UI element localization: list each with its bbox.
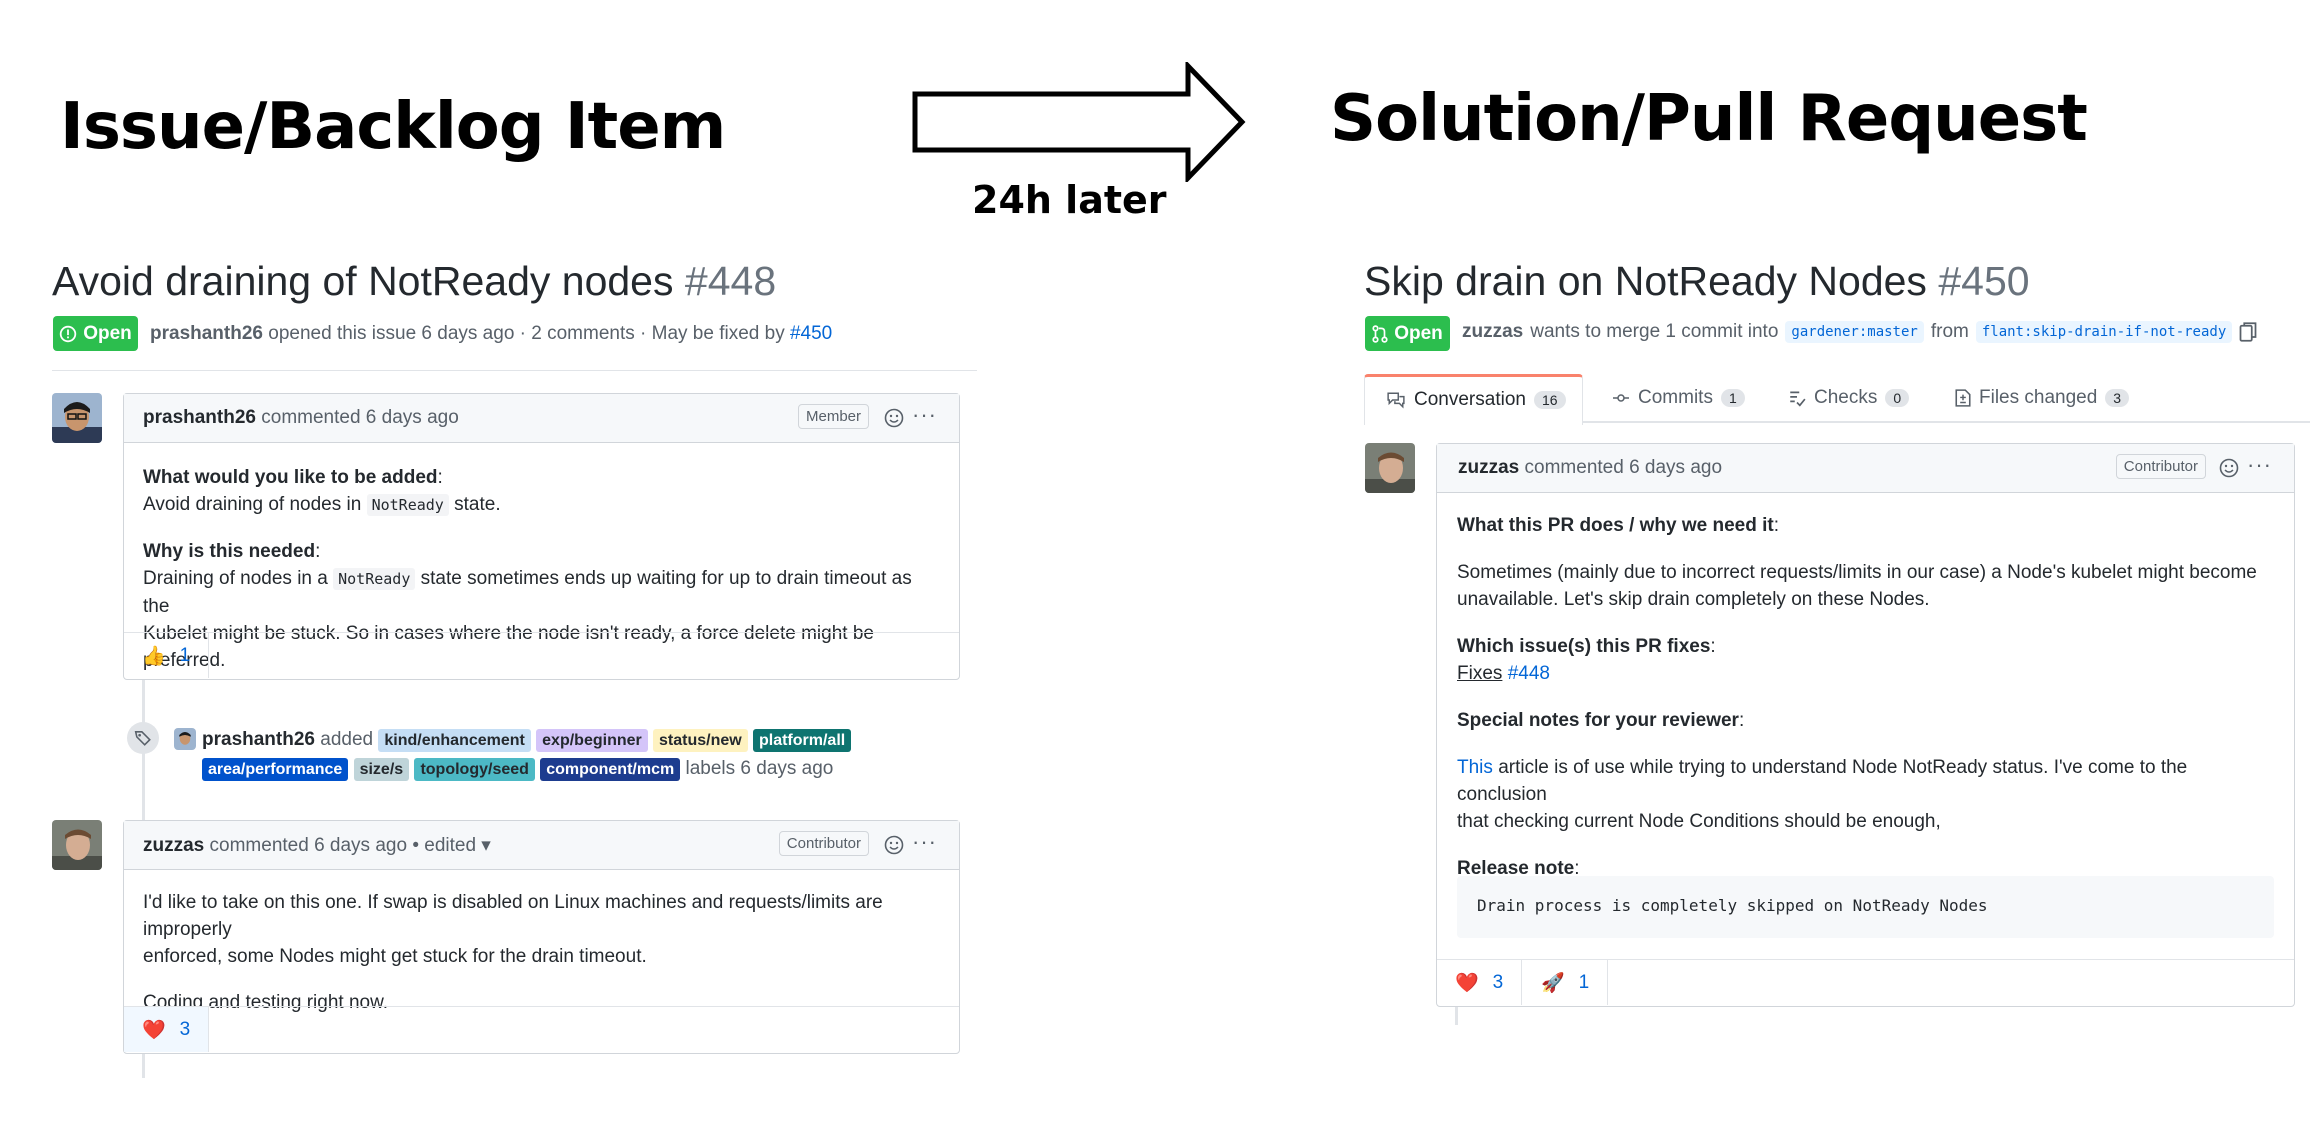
- comment-timestamp[interactable]: commented 6 days ago: [1525, 457, 1723, 478]
- pr-meta: zuzzas wants to merge 1 commit into gard…: [1462, 321, 2257, 343]
- heart-icon: ❤️: [142, 1019, 166, 1041]
- tab-conversation[interactable]: Conversation 16: [1364, 374, 1583, 425]
- comment-author-link[interactable]: prashanth26: [143, 407, 256, 428]
- right-heading: Solution/Pull Request: [1330, 82, 2088, 156]
- pr-status-badge: Open: [1365, 316, 1450, 351]
- comment-header: prashanth26 commented 6 days ago Member …: [124, 394, 959, 443]
- label-status-new[interactable]: status/new: [653, 729, 748, 752]
- reactions-bar: 👍 1: [124, 632, 959, 678]
- fixed-by-link[interactable]: #450: [790, 323, 832, 344]
- avatar[interactable]: [174, 728, 196, 750]
- more-options-icon[interactable]: ···: [912, 402, 937, 428]
- comment-header: zuzzas commented 6 days ago Contributor …: [1437, 444, 2294, 493]
- checklist-icon: [1790, 391, 1806, 407]
- edited-dropdown[interactable]: • edited ▾: [412, 835, 491, 856]
- tag-icon: [127, 722, 159, 754]
- thumbs-up-icon: 👍: [142, 645, 166, 667]
- pull-request-icon: [1372, 324, 1388, 343]
- label-topology-seed[interactable]: topology/seed: [414, 758, 535, 781]
- label-size-s[interactable]: size/s: [353, 758, 410, 781]
- more-options-icon[interactable]: ···: [2247, 452, 2272, 478]
- label-area-performance[interactable]: area/performance: [202, 758, 349, 781]
- avatar[interactable]: [52, 820, 102, 870]
- label-component-mcm[interactable]: component/mcm: [540, 758, 681, 781]
- release-note-code-block: Drain process is completely skipped on N…: [1457, 876, 2274, 938]
- comment-box: prashanth26 commented 6 days ago Member …: [123, 393, 960, 680]
- issue-status-badge: Open: [53, 316, 138, 351]
- issue-number: #448: [684, 258, 777, 304]
- pr-title: Skip drain on NotReady Nodes #450: [1364, 258, 2030, 304]
- comment-author-link[interactable]: zuzzas: [143, 835, 204, 856]
- issue-author-link[interactable]: prashanth26: [150, 323, 263, 344]
- reaction-rocket-button[interactable]: 🚀 1: [1523, 960, 1609, 1005]
- tab-commits[interactable]: Commits 1: [1612, 387, 1745, 409]
- file-diff-icon: [1955, 389, 1971, 407]
- avatar[interactable]: [1365, 443, 1415, 493]
- reactions-bar: ❤️ 3 🚀 1: [1437, 959, 2294, 1005]
- head-branch[interactable]: flant:skip-drain-if-not-ready: [1975, 321, 2233, 343]
- base-branch[interactable]: gardener:master: [1785, 321, 1924, 343]
- pr-author-link[interactable]: zuzzas: [1462, 321, 1523, 343]
- issue-title: Avoid draining of NotReady nodes #448: [52, 258, 777, 304]
- comment-author-link[interactable]: zuzzas: [1458, 457, 1519, 478]
- fixes-issue-link[interactable]: #448: [1508, 663, 1550, 684]
- add-reaction-icon[interactable]: [884, 835, 904, 855]
- comment-body: What this PR does / why we need it: Some…: [1457, 515, 2257, 879]
- reaction-heart-button[interactable]: ❤️ 3: [1437, 960, 1523, 1005]
- comment-box: zuzzas commented 6 days ago • edited ▾ C…: [123, 820, 960, 1054]
- comment-timestamp[interactable]: commented 6 days ago: [261, 407, 459, 428]
- label-kind-enhancement[interactable]: kind/enhancement: [378, 729, 531, 752]
- avatar[interactable]: [52, 393, 102, 443]
- tab-files-changed[interactable]: Files changed 3: [1955, 387, 2130, 409]
- add-reaction-icon[interactable]: [2219, 458, 2239, 478]
- add-reaction-icon[interactable]: [884, 408, 904, 428]
- issue-meta: prashanth26 opened this issue 6 days ago…: [150, 323, 833, 344]
- issue-open-icon: [60, 325, 77, 342]
- conversation-icon: [1387, 392, 1405, 409]
- tab-checks[interactable]: Checks 0: [1788, 387, 1910, 409]
- divider: [52, 370, 977, 371]
- author-role-badge: Member: [797, 404, 869, 429]
- comment-timestamp[interactable]: commented 6 days ago: [210, 835, 408, 856]
- label-exp-beginner[interactable]: exp/beginner: [536, 729, 648, 752]
- reaction-heart-button[interactable]: ❤️ 3: [124, 1007, 210, 1052]
- article-link[interactable]: This: [1457, 757, 1493, 778]
- copy-icon[interactable]: [2239, 322, 2257, 342]
- timeline-line: [1455, 1005, 1458, 1025]
- label-event: prashanth26 added kind/enhancement exp/b…: [202, 726, 882, 784]
- commit-icon: [1613, 394, 1629, 402]
- arrow-label: 24h later: [972, 178, 1167, 222]
- author-role-badge: Contributor: [778, 831, 869, 856]
- pr-description-box: zuzzas commented 6 days ago Contributor …: [1436, 443, 2295, 1007]
- left-heading: Issue/Backlog Item: [60, 90, 726, 164]
- pr-number: #450: [1938, 258, 2030, 304]
- event-actor-link[interactable]: prashanth26: [202, 729, 315, 750]
- right-arrow-icon: [912, 62, 1246, 182]
- heart-icon: ❤️: [1455, 972, 1479, 994]
- more-options-icon[interactable]: ···: [912, 829, 937, 855]
- reactions-bar: ❤️ 3: [124, 1006, 959, 1052]
- reaction-thumbs-up-button[interactable]: 👍 1: [124, 633, 210, 678]
- label-platform-all[interactable]: platform/all: [752, 729, 852, 752]
- rocket-icon: 🚀: [1541, 972, 1565, 994]
- comment-header: zuzzas commented 6 days ago • edited ▾ C…: [124, 821, 959, 870]
- author-role-badge: Contributor: [2115, 454, 2206, 479]
